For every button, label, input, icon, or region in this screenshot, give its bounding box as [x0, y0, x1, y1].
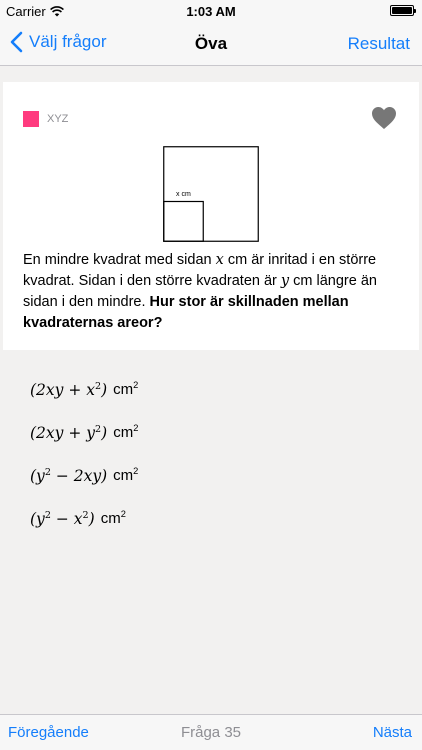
battery-icon [390, 5, 416, 16]
bottom-toolbar: Föregående Fråga 35 Nästa [0, 714, 422, 750]
answer-unit: cm2 [100, 509, 126, 527]
answer-option-3[interactable]: (y2 − 2xy) cm2 [30, 454, 410, 497]
question-text: En mindre kvadrat med sidan x cm är inri… [23, 250, 403, 334]
answer-expression: (2xy + y2) [30, 423, 108, 442]
variable-x: x [215, 252, 224, 268]
answer-option-2[interactable]: (2xy + y2) cm2 [30, 411, 410, 454]
navigation-bar: Välj frågor Öva Resultat [0, 22, 422, 66]
next-button[interactable]: Nästa [373, 724, 412, 741]
answer-expression: (y2 − x2) [30, 509, 95, 528]
answer-unit: cm2 [113, 466, 139, 484]
heart-icon[interactable] [371, 106, 397, 130]
answer-unit: cm2 [113, 423, 139, 441]
category-color-swatch [23, 111, 39, 127]
question-counter: Fråga 35 [180, 724, 242, 741]
status-bar: Carrier 1:03 AM [0, 0, 422, 22]
variable-y: y [280, 273, 290, 289]
figure-side-label: x cm [176, 191, 191, 198]
answer-expression: (2xy + x2) [30, 380, 108, 399]
answer-option-1[interactable]: (2xy + x2) cm2 [30, 368, 410, 411]
question-text-part: En mindre kvadrat med sidan [23, 252, 216, 268]
question-card: XYZ x cm En mindre kvadrat med sidan x c… [3, 82, 419, 350]
status-time: 1:03 AM [186, 4, 236, 19]
answer-option-4[interactable]: (y2 − x2) cm2 [30, 497, 410, 540]
answer-list: (2xy + x2) cm2 (2xy + y2) cm2 (y2 − 2xy)… [30, 368, 410, 540]
results-button[interactable]: Resultat [348, 34, 410, 54]
answer-unit: cm2 [113, 380, 139, 398]
category-label: XYZ [47, 113, 69, 125]
answer-expression: (y2 − 2xy) [30, 466, 108, 485]
